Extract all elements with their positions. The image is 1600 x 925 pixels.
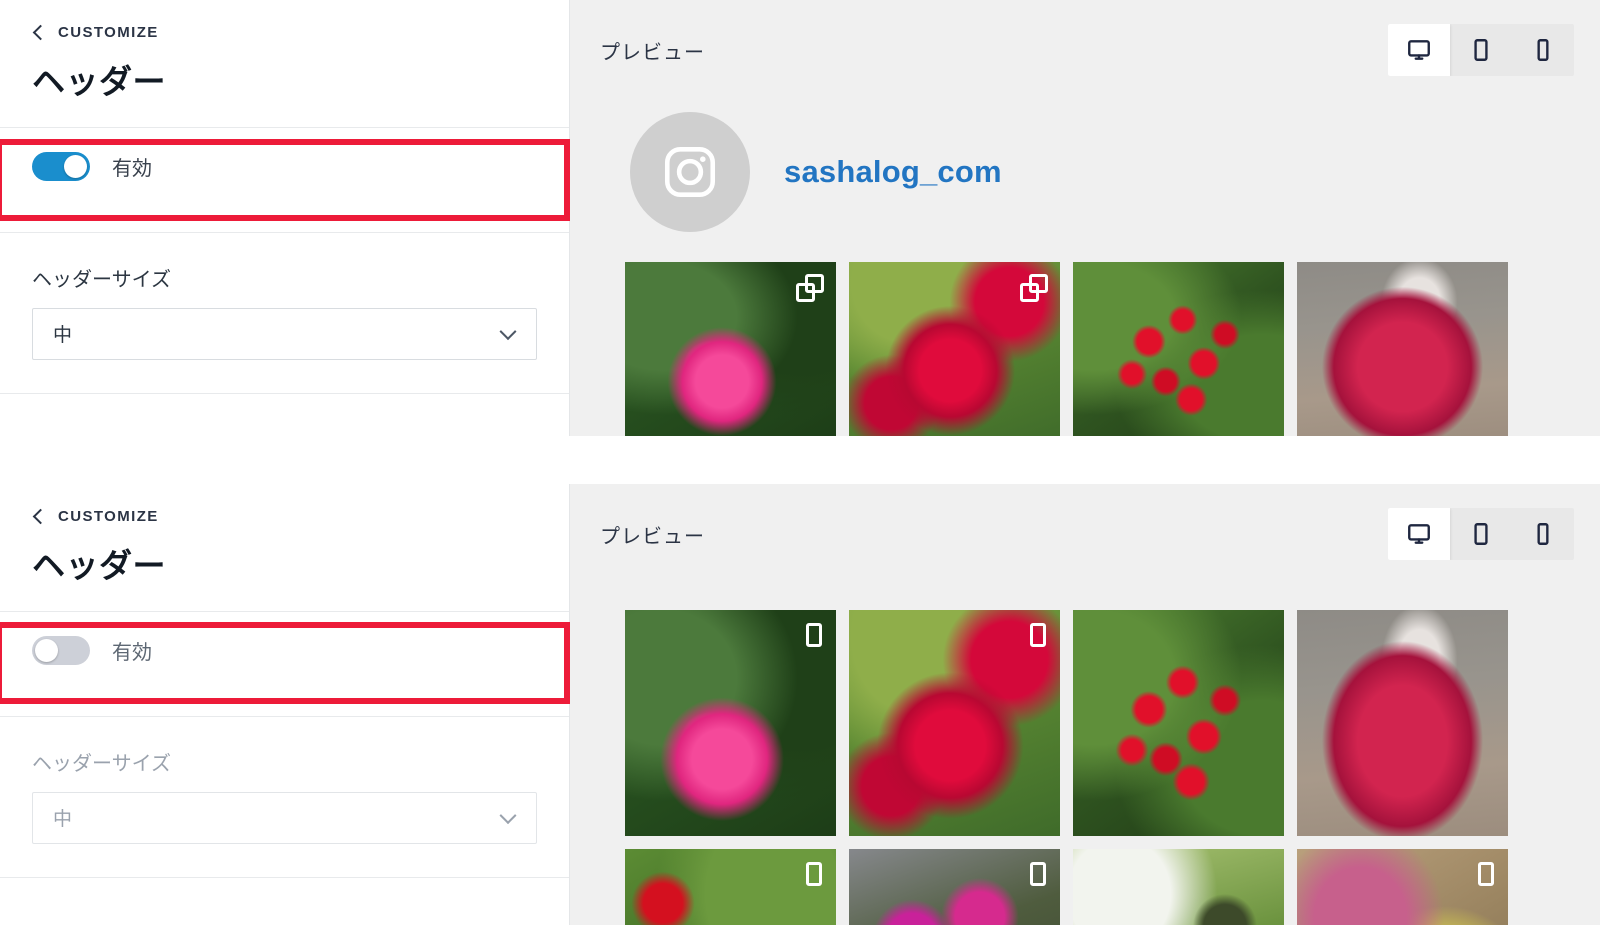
customizer-panel: CUSTOMIZE ヘッダー 有効 ヘッダーサイズ 中 bbox=[0, 0, 570, 436]
preview-label: プレビュー bbox=[600, 525, 705, 548]
photo-thumbnail bbox=[1297, 610, 1508, 836]
photo-cell[interactable] bbox=[625, 610, 836, 836]
header-size-select[interactable]: 中 bbox=[32, 307, 537, 360]
instagram-account-header: sashalog_com bbox=[570, 100, 1600, 232]
tablet-icon bbox=[1474, 523, 1488, 545]
preview-toolbar: プレビュー bbox=[570, 0, 1600, 100]
photo-cell[interactable] bbox=[625, 849, 836, 925]
header-size-field: ヘッダーサイズ 中 bbox=[0, 717, 569, 878]
breadcrumb-customize[interactable]: CUSTOMIZE bbox=[0, 0, 569, 41]
device-desktop-button[interactable] bbox=[1388, 24, 1450, 76]
breadcrumb-label: CUSTOMIZE bbox=[58, 508, 159, 525]
section-divider bbox=[0, 876, 569, 878]
header-size-select: 中 bbox=[32, 791, 537, 844]
preview-surface: プレビュー bbox=[570, 484, 1600, 925]
preview-pane: プレビュー bbox=[570, 484, 1600, 925]
carousel-icon bbox=[796, 274, 824, 302]
breadcrumb-label: CUSTOMIZE bbox=[58, 24, 159, 41]
device-tablet-button[interactable] bbox=[1450, 508, 1512, 560]
header-size-value: 中 bbox=[53, 325, 73, 347]
enable-section: 有効 bbox=[0, 126, 569, 206]
instagram-icon bbox=[664, 146, 716, 198]
device-tablet-button[interactable] bbox=[1450, 24, 1512, 76]
toggle-knob bbox=[35, 639, 58, 663]
device-mobile-button[interactable] bbox=[1512, 508, 1574, 560]
photo-cell[interactable] bbox=[1073, 262, 1284, 436]
device-mobile-button[interactable] bbox=[1512, 24, 1574, 76]
photo-thumbnail bbox=[1297, 262, 1508, 436]
enable-toggle-row[interactable]: 有効 bbox=[0, 612, 569, 690]
enable-toggle-label: 有効 bbox=[112, 158, 152, 181]
header-size-field: ヘッダーサイズ 中 bbox=[0, 233, 569, 394]
device-switcher[interactable] bbox=[1388, 24, 1574, 76]
chevron-left-icon bbox=[32, 24, 49, 40]
toggle-knob bbox=[64, 155, 87, 179]
carousel-icon bbox=[1020, 274, 1048, 302]
device-switcher[interactable] bbox=[1388, 508, 1574, 560]
photo-cell[interactable] bbox=[1297, 849, 1508, 925]
photo-grid bbox=[570, 232, 1600, 436]
preview-toolbar: プレビュー bbox=[570, 484, 1600, 584]
desktop-icon bbox=[1408, 40, 1430, 60]
customizer-panel: CUSTOMIZE ヘッダー 有効 ヘッダーサイズ 中 bbox=[0, 484, 570, 925]
section-divider bbox=[0, 392, 569, 394]
header-size-value: 中 bbox=[53, 809, 73, 831]
photo-cell[interactable] bbox=[1073, 849, 1284, 925]
preview-pane: プレビュー bbox=[570, 0, 1600, 436]
desktop-icon bbox=[1408, 524, 1430, 544]
photo-thumbnail bbox=[1073, 262, 1284, 436]
page-title: ヘッダー bbox=[32, 63, 166, 100]
preview-surface: プレビュー bbox=[570, 0, 1600, 436]
photo-cell[interactable] bbox=[625, 262, 836, 436]
photo-cell[interactable] bbox=[849, 849, 1060, 925]
avatar bbox=[630, 112, 750, 232]
enable-toggle-label: 有効 bbox=[112, 642, 152, 665]
carousel-icon bbox=[796, 622, 824, 650]
enable-section: 有効 bbox=[0, 610, 569, 690]
enable-toggle-switch[interactable] bbox=[32, 152, 90, 182]
photo-cell[interactable] bbox=[1297, 262, 1508, 436]
header-size-label: ヘッダーサイズ bbox=[32, 752, 171, 775]
mobile-icon bbox=[1537, 39, 1549, 61]
carousel-icon bbox=[1468, 861, 1496, 889]
header-size-section: ヘッダーサイズ 中 bbox=[0, 715, 569, 878]
chevron-left-icon bbox=[32, 508, 49, 524]
tablet-icon bbox=[1474, 39, 1488, 61]
carousel-icon bbox=[1020, 861, 1048, 889]
header-size-label: ヘッダーサイズ bbox=[32, 268, 171, 291]
header-size-section: ヘッダーサイズ 中 bbox=[0, 231, 569, 394]
carousel-icon bbox=[796, 861, 824, 889]
enable-toggle-row[interactable]: 有効 bbox=[0, 128, 569, 206]
screenshot-variant-enabled: CUSTOMIZE ヘッダー 有効 ヘッダーサイズ 中 プレビュー sashal… bbox=[0, 0, 1600, 436]
photo-cell[interactable] bbox=[1297, 610, 1508, 836]
photo-cell[interactable] bbox=[849, 610, 1060, 836]
enable-toggle-switch[interactable] bbox=[32, 636, 90, 666]
account-username[interactable]: sashalog_com bbox=[784, 154, 1002, 190]
chevron-down-icon bbox=[499, 807, 517, 825]
page-title: ヘッダー bbox=[32, 547, 166, 584]
photo-grid bbox=[570, 584, 1600, 925]
mobile-icon bbox=[1537, 523, 1549, 545]
photo-thumbnail bbox=[1073, 610, 1284, 836]
photo-cell[interactable] bbox=[1073, 610, 1284, 836]
chevron-down-icon bbox=[499, 323, 517, 341]
screenshot-root: CUSTOMIZE ヘッダー 有効 ヘッダーサイズ 中 プレビュー sashal… bbox=[0, 0, 1600, 925]
carousel-icon bbox=[1020, 622, 1048, 650]
photo-thumbnail bbox=[1073, 849, 1284, 925]
breadcrumb-customize[interactable]: CUSTOMIZE bbox=[0, 484, 569, 525]
preview-label: プレビュー bbox=[600, 41, 705, 64]
photo-cell[interactable] bbox=[849, 262, 1060, 436]
device-desktop-button[interactable] bbox=[1388, 508, 1450, 560]
screenshot-variant-disabled: CUSTOMIZE ヘッダー 有効 ヘッダーサイズ 中 プレビュー bbox=[0, 484, 1600, 925]
